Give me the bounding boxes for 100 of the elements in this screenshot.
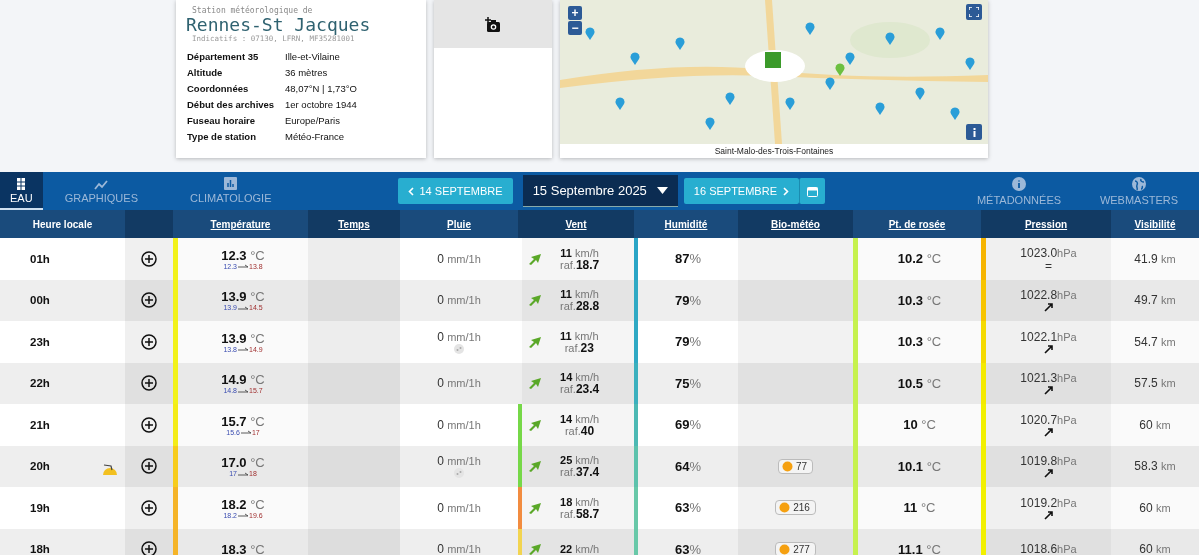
wind-arrow-icon <box>528 501 542 514</box>
fact-label: Début des archives <box>187 99 276 111</box>
fact-value: Ille-et-Vilaine <box>285 51 341 63</box>
trend-arrow-icon <box>1043 426 1054 437</box>
wind-speed: 11 km/h <box>560 288 599 301</box>
pressure-value: 1019.8hPa <box>1020 454 1077 469</box>
visibility-value: 41.9 km <box>1134 251 1176 266</box>
wind-gust: raf.23.4 <box>560 383 600 396</box>
pressure-value: 1021.3hPa <box>1020 371 1077 386</box>
humidity-value: 87% <box>675 251 701 267</box>
pressure-value: 1018.6hPa <box>1020 542 1077 555</box>
rain-value: 0 mm/1h <box>437 376 481 391</box>
column-header[interactable]: Température <box>173 210 308 238</box>
add-circle-icon[interactable] <box>141 458 157 475</box>
pressure-value: 1022.1hPa <box>1020 329 1077 344</box>
fact-label: Type de station <box>187 131 257 143</box>
dew-point-value: 11 °C <box>903 500 936 516</box>
uv-index-badge: 216 <box>775 500 816 516</box>
column-header[interactable]: Pression <box>981 210 1111 238</box>
add-circle-icon[interactable] <box>141 292 157 309</box>
wind-speed: 22 km/h <box>560 543 600 555</box>
pressure-value: 1022.8hPa <box>1020 288 1077 303</box>
fact-value: 48,07°N | 1,73°O <box>285 83 358 95</box>
date-select[interactable]: 15 Septembre 2025 <box>522 175 678 207</box>
temperature-value: 17.0 °C <box>221 455 265 471</box>
temperature-value: 18.3 °C <box>221 541 265 555</box>
line-chart-icon <box>94 180 109 190</box>
rain-value: 0 mm/1h <box>437 542 481 555</box>
humidity-value: 63% <box>675 500 701 516</box>
zoom-in-button[interactable]: + <box>568 6 582 20</box>
column-header[interactable]: Humidité <box>634 210 738 238</box>
column-header[interactable]: Visibilité <box>1111 210 1199 238</box>
wind-gust: raf.28.8 <box>560 300 600 313</box>
fact-value: 36 mètres <box>285 67 329 79</box>
wind-gust: raf.37.4 <box>560 466 600 479</box>
visibility-value: 54.7 km <box>1134 334 1176 349</box>
wind-arrow-icon <box>528 543 542 555</box>
view-tab[interactable]: GRAPHIQUES <box>42 172 160 210</box>
photo-upload-area[interactable] <box>434 0 552 48</box>
nav-link[interactable]: WEBMASTERS <box>1079 172 1199 210</box>
temperature-value: 14.9 °C <box>221 372 265 388</box>
globe-icon <box>1132 176 1146 191</box>
info-button[interactable] <box>966 124 982 140</box>
hour-cell: 18h <box>30 543 50 555</box>
info-icon <box>1012 176 1026 191</box>
zoom-out-button[interactable]: − <box>568 21 582 35</box>
humidity-value: 63% <box>675 541 701 555</box>
wind-speed: 14 km/h <box>560 412 600 425</box>
fullscreen-button[interactable] <box>966 4 982 20</box>
wind-speed: 11 km/h <box>560 329 599 342</box>
hour-cell: 20h <box>30 460 50 473</box>
column-header[interactable]: Pt. de rosée <box>853 210 981 238</box>
add-circle-icon[interactable] <box>141 375 157 392</box>
temperature-value: 13.9 °C <box>221 289 265 305</box>
trend-arrow-icon <box>1043 468 1054 479</box>
drizzle-icon <box>453 343 465 354</box>
humidity-value: 64% <box>675 458 701 474</box>
add-circle-icon[interactable] <box>141 333 157 350</box>
temperature-value: 15.7 °C <box>221 413 265 429</box>
wind-gust: raf.18.7 <box>560 258 600 271</box>
uv-index-badge: 77 <box>777 458 814 474</box>
add-circle-icon[interactable] <box>141 499 157 516</box>
view-tab[interactable]: EAU <box>0 172 43 210</box>
hour-cell: 23h <box>30 335 50 348</box>
rain-value: 0 mm/1h <box>437 500 481 515</box>
visibility-value: 57.5 km <box>1134 376 1176 391</box>
temperature-value: 13.9 °C <box>221 330 265 346</box>
dew-point-value: 10.2 °C <box>897 251 942 267</box>
dew-point-value: 11.1 °C <box>898 541 941 555</box>
column-header[interactable]: Bio-météo <box>738 210 853 238</box>
sun-icon <box>779 502 791 514</box>
fact-value: Europe/Paris <box>285 115 341 127</box>
wind-arrow-icon <box>528 252 542 265</box>
wind-gust: raf.40 <box>564 424 595 437</box>
column-header[interactable]: Temps <box>308 210 400 238</box>
visibility-value: 60 km <box>1139 542 1171 555</box>
add-circle-icon[interactable] <box>141 250 157 267</box>
sun-icon <box>779 543 791 555</box>
visibility-value: 58.3 km <box>1134 459 1176 474</box>
table-icon <box>17 178 26 190</box>
visibility-value: 49.7 km <box>1134 293 1176 308</box>
fact-value: Météo-France <box>285 131 346 143</box>
column-header[interactable]: Pluie <box>400 210 518 238</box>
chevron-right-icon <box>783 186 789 196</box>
fact-label: Fuseau horaire <box>187 115 257 127</box>
dew-point-value: 10.5 °C <box>897 375 942 391</box>
calendar-button[interactable] <box>799 178 825 204</box>
column-header[interactable]: Vent <box>518 210 634 238</box>
add-circle-icon[interactable] <box>141 541 157 555</box>
add-circle-icon[interactable] <box>141 416 157 433</box>
wind-speed: 14 km/h <box>560 371 600 384</box>
pressure-value: 1023.0hPa <box>1020 245 1077 260</box>
bar-chart-icon <box>224 177 238 190</box>
drizzle-icon <box>453 468 465 479</box>
hour-cell: 22h <box>30 377 50 390</box>
wind-arrow-icon <box>528 418 542 431</box>
nav-link[interactable]: MÉTADONNÉES <box>959 172 1079 210</box>
humidity-value: 79% <box>675 334 701 350</box>
trend-arrow-icon <box>1043 509 1054 520</box>
info-icon <box>972 127 976 137</box>
